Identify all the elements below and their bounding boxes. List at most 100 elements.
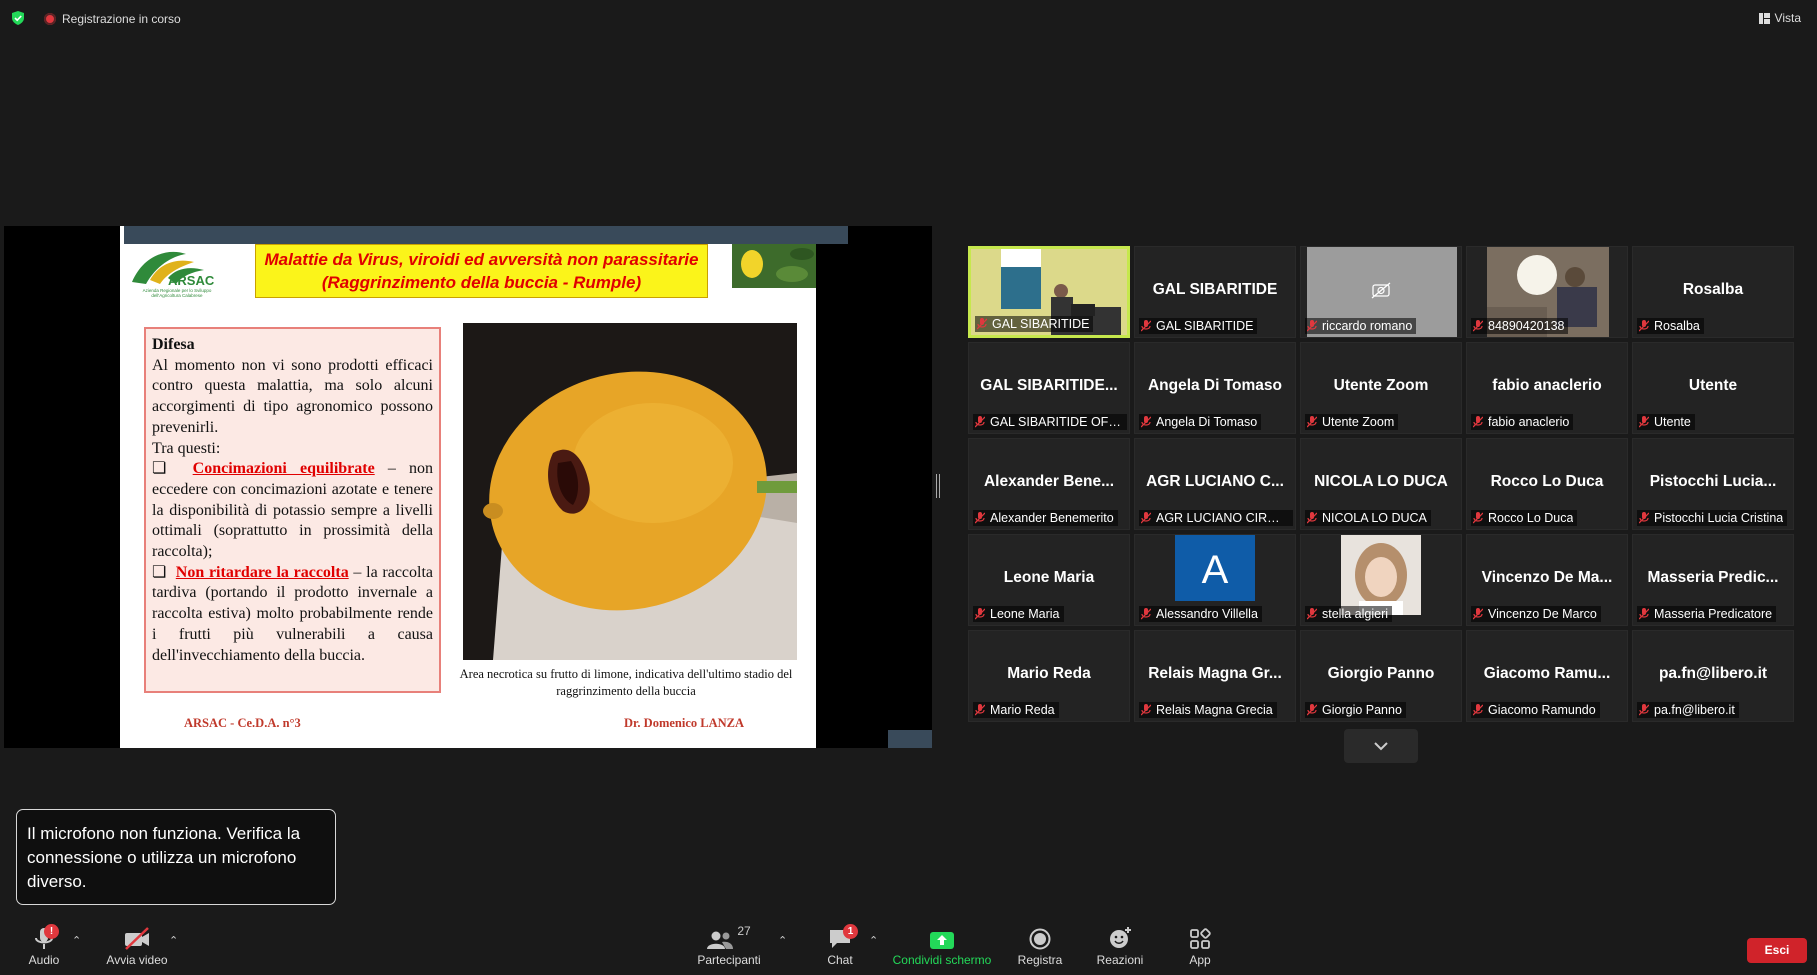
participant-name: Angela Di Tomaso (1156, 415, 1258, 429)
participant-tile[interactable]: Mario Reda Mario Reda (968, 630, 1130, 722)
participant-name: riccardo romano (1322, 319, 1413, 333)
participants-options-chevron-icon[interactable]: ⌃ (778, 934, 787, 947)
participant-name-label: Giacomo Ramundo (1471, 702, 1600, 718)
slide-corner-strip (888, 730, 932, 748)
muted-microphone-icon (1639, 320, 1649, 332)
split-divider-handle[interactable] (936, 474, 940, 498)
participant-name: Masseria Predicatore (1654, 607, 1773, 621)
lemon-photo (463, 323, 797, 660)
participant-tile[interactable]: stella algieri (1300, 534, 1462, 626)
participants-label: Partecipanti (697, 953, 761, 967)
participant-name: Relais Magna Grecia (1156, 703, 1273, 717)
participant-display-name: AGR LUCIANO C... (1146, 473, 1284, 490)
defense-intro: Tra questi: (152, 439, 221, 457)
participant-name: Alessandro Villella (1156, 607, 1258, 621)
muted-microphone-icon (1639, 416, 1649, 428)
muted-microphone-icon (1307, 704, 1317, 716)
encryption-shield-icon[interactable] (11, 11, 25, 25)
participant-name: 84890420138 (1488, 319, 1565, 333)
participant-name: NICOLA LO DUCA (1322, 511, 1427, 525)
participant-tile[interactable]: GAL SIBARITIDE GAL SIBARITIDE (1134, 246, 1296, 338)
title-line1-post: , viroidi ed avversità non parassitarie (398, 250, 699, 269)
share-screen-button[interactable]: Condividi schermo (890, 918, 994, 975)
participant-name: Alexander Benemerito (990, 511, 1114, 525)
participant-tile[interactable]: Pistocchi Lucia... Pistocchi Lucia Cristi… (1632, 438, 1794, 530)
participant-tile[interactable]: GAL SIBARITIDE... GAL SIBARITIDE OFFICE (968, 342, 1130, 434)
participant-tile[interactable]: Utente Zoom Utente Zoom (1300, 342, 1462, 434)
view-button[interactable]: Vista (1758, 11, 1801, 25)
participant-display-name: Rosalba (1682, 281, 1744, 298)
participant-tile[interactable]: AGR LUCIANO C... AGR LUCIANO CIROL... (1134, 438, 1296, 530)
participant-name: Leone Maria (990, 607, 1060, 621)
participant-display-name: NICOLA LO DUCA (1314, 473, 1448, 490)
participant-name-label: Angela Di Tomaso (1139, 414, 1262, 430)
participant-tile[interactable]: Utente Utente (1632, 342, 1794, 434)
muted-microphone-icon (975, 512, 985, 524)
recording-indicator[interactable]: Registrazione in corso (44, 12, 181, 26)
defense-textbox: Difesa Al momento non vi sono prodotti e… (144, 327, 441, 693)
slide-top-strip (124, 226, 848, 244)
audio-options-chevron-icon[interactable]: ⌃ (72, 934, 81, 947)
participant-tile[interactable]: Rosalba Rosalba (1632, 246, 1794, 338)
participant-tile[interactable]: Alexander Bene... Alexander Benemerito (968, 438, 1130, 530)
participant-name-label: Mario Reda (973, 702, 1059, 718)
start-video-button[interactable]: Avvia video (104, 918, 170, 975)
leave-meeting-button[interactable]: Esci (1747, 938, 1807, 963)
participant-name-label: Masseria Predicatore (1637, 606, 1777, 622)
participant-name-label: NICOLA LO DUCA (1305, 510, 1431, 526)
muted-microphone-icon (1307, 608, 1317, 620)
participant-tile[interactable]: Angela Di Tomaso Angela Di Tomaso (1134, 342, 1296, 434)
participant-tile[interactable]: Giacomo Ramu... Giacomo Ramundo (1466, 630, 1628, 722)
participant-display-name: Giacomo Ramu... (1483, 665, 1611, 682)
gallery-next-page-button[interactable] (1344, 729, 1418, 763)
meeting-toolbar: Audio ! ⌃ Avvia video ⌃ 27 Partecipanti … (0, 918, 1817, 975)
participant-display-name: Utente (1688, 377, 1738, 394)
participant-tile[interactable]: 84890420138 (1466, 246, 1628, 338)
participant-name: Rocco Lo Duca (1488, 511, 1574, 525)
participant-tile[interactable]: GAL SIBARITIDE (968, 246, 1130, 338)
video-options-chevron-icon[interactable]: ⌃ (169, 934, 178, 947)
title-line1-pre: Malattie da (264, 250, 358, 269)
participant-tile[interactable]: A Alessandro Villella (1134, 534, 1296, 626)
recording-dot-icon (44, 13, 56, 25)
participant-tile[interactable]: Giorgio Panno Giorgio Panno (1300, 630, 1462, 722)
muted-microphone-icon (1639, 608, 1649, 620)
reactions-button[interactable]: Reazioni (1092, 918, 1148, 975)
participant-tile[interactable]: riccardo romano (1300, 246, 1462, 338)
participant-name: Giacomo Ramundo (1488, 703, 1596, 717)
participant-display-name: Rocco Lo Duca (1490, 473, 1604, 490)
chat-options-chevron-icon[interactable]: ⌃ (869, 934, 878, 947)
participant-name: Utente (1654, 415, 1691, 429)
participant-tile[interactable]: Rocco Lo Duca Rocco Lo Duca (1466, 438, 1628, 530)
record-button[interactable]: Registra (1014, 918, 1066, 975)
apps-button[interactable]: App (1180, 918, 1220, 975)
record-label: Registra (1017, 953, 1063, 967)
participant-name: pa.fn@libero.it (1654, 703, 1735, 717)
participant-tile[interactable]: fabio anaclerio fabio anaclerio (1466, 342, 1628, 434)
participant-tile[interactable]: pa.fn@libero.it pa.fn@libero.it (1632, 630, 1794, 722)
participants-button[interactable]: 27 Partecipanti (696, 918, 762, 975)
participant-name-label: fabio anaclerio (1471, 414, 1574, 430)
participants-icon (707, 931, 734, 949)
muted-microphone-icon (1141, 320, 1151, 332)
avatar: A (1175, 535, 1255, 601)
defense-bullet-2: ❏ Non ritardare la raccolta – la raccolt… (152, 563, 433, 667)
participant-name: GAL SIBARITIDE (992, 317, 1090, 331)
recording-label: Registrazione in corso (62, 12, 181, 26)
mic-warning-toast: Il microfono non funziona. Verifica la c… (16, 809, 336, 905)
participant-display-name: pa.fn@libero.it (1658, 665, 1768, 682)
participant-tile[interactable]: Vincenzo De Ma... Vincenzo De Marco (1466, 534, 1628, 626)
top-bar: Registrazione in corso Vista (0, 0, 1817, 36)
participant-display-name: Alexander Bene... (983, 473, 1115, 490)
bullet1-title: Concimazioni equilibrate (192, 460, 375, 478)
participant-tile[interactable]: Masseria Predic... Masseria Predicatore (1632, 534, 1794, 626)
participant-tile[interactable]: Leone Maria Leone Maria (968, 534, 1130, 626)
participant-tile[interactable]: NICOLA LO DUCA NICOLA LO DUCA (1300, 438, 1462, 530)
muted-microphone-icon (1307, 416, 1317, 428)
participant-name-label: GAL SIBARITIDE OFFICE (973, 414, 1127, 430)
participant-tile[interactable]: Relais Magna Gr... Relais Magna Grecia (1134, 630, 1296, 722)
title-line2: (Raggrinzimento della buccia - Rumple) (321, 273, 642, 292)
audio-button[interactable]: Audio (24, 918, 64, 975)
shared-screen[interactable]: ARSAC Azienda Regionale per lo Sviluppo … (4, 226, 932, 748)
participant-name-label: Rosalba (1637, 318, 1704, 334)
